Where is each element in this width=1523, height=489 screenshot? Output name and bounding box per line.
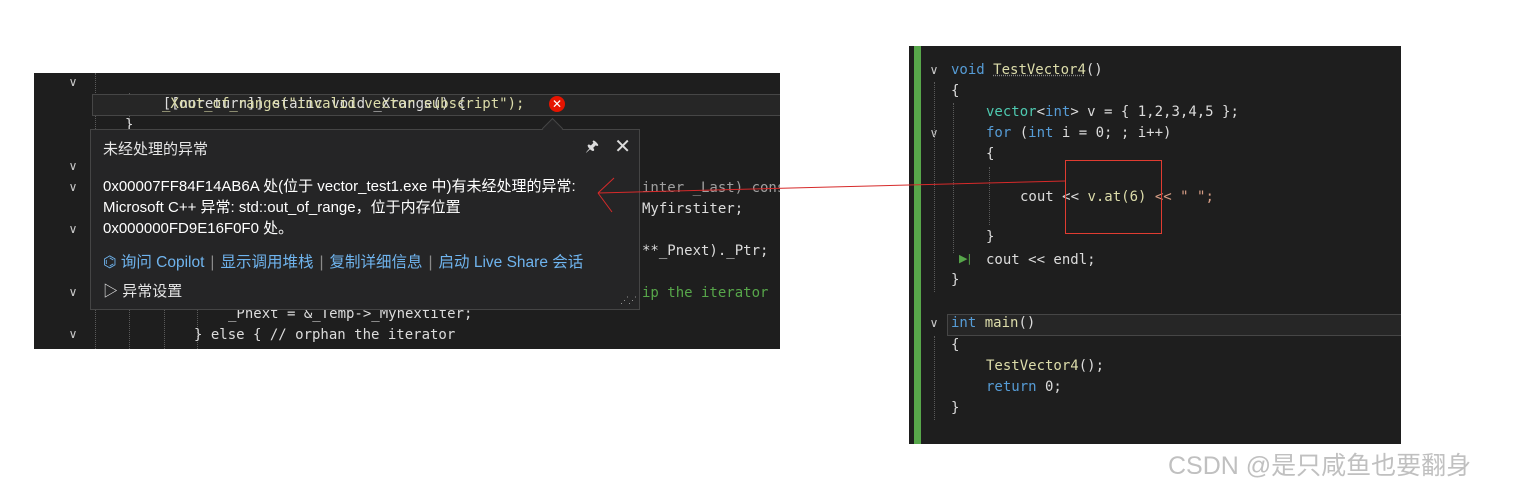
pin-icon[interactable]: 🖈 xyxy=(585,136,599,161)
indent-guide xyxy=(934,336,935,420)
code-line: **_Pnext)._Ptr; xyxy=(642,243,769,259)
close-icon[interactable]: ✕ xyxy=(614,134,631,159)
error-icon[interactable]: ✕ xyxy=(549,96,565,112)
message-line: 0x00007FF84F14AB6A 处(位于 vector_test1.exe… xyxy=(103,178,576,195)
code-line: } xyxy=(951,272,960,288)
copilot-icon[interactable]: ⌬ xyxy=(103,254,117,271)
fold-chevron-icon[interactable]: ∨ xyxy=(66,327,80,341)
function-name: TestVector4 xyxy=(993,62,1086,78)
code-text: () xyxy=(1085,62,1103,78)
watermark: CSDN @是只咸鱼也要翻身 xyxy=(1168,452,1472,480)
code-text: () xyxy=(1018,315,1036,331)
code-text: i = 0; ; i++) xyxy=(1053,125,1172,141)
separator: | xyxy=(319,254,324,271)
code-line: } xyxy=(951,400,960,416)
exception-settings-toggle[interactable]: ▷ 异常设置 xyxy=(103,280,182,301)
fold-chevron-icon[interactable]: ∨ xyxy=(66,285,80,299)
code-line: void TestVector4() xyxy=(951,60,1103,81)
code-line: { xyxy=(951,337,960,353)
ask-copilot-link[interactable]: 询问 Copilot xyxy=(121,254,205,271)
indent-guide xyxy=(953,103,954,253)
code-line: { xyxy=(986,146,995,162)
function-name: TestVector4 xyxy=(986,358,1079,374)
run-to-cursor-icon[interactable]: ▶| xyxy=(959,252,971,265)
popup-title: 未经处理的异常 xyxy=(103,141,209,158)
code-text: ( xyxy=(1011,125,1029,141)
fold-chevron-icon[interactable]: ∨ xyxy=(66,75,80,89)
live-share-link[interactable]: 启动 Live Share 会话 xyxy=(439,254,584,271)
fold-chevron-icon[interactable]: ∨ xyxy=(66,159,80,173)
indent-guide xyxy=(934,82,935,292)
annotation-box xyxy=(1065,160,1162,234)
exception-message: 0x00007FF84F14AB6A 处(位于 vector_test1.exe… xyxy=(103,176,623,239)
fold-chevron-icon[interactable]: ∨ xyxy=(927,316,941,330)
code-line: for (int i = 0; ; i++) xyxy=(986,123,1171,144)
show-call-stack-link[interactable]: 显示调用堆栈 xyxy=(220,254,313,271)
code-line: { xyxy=(951,83,960,99)
code-line: inter _Last) cons xyxy=(642,180,780,196)
type-name: vector xyxy=(986,104,1037,120)
exception-popup: 未经处理的异常 🖈 ✕ 0x00007FF84F14AB6A 处(位于 vect… xyxy=(90,117,640,310)
keyword: return xyxy=(986,379,1037,395)
fold-chevron-icon[interactable]: ∨ xyxy=(66,222,80,236)
separator: | xyxy=(428,254,433,271)
code-line: cout << endl; xyxy=(986,252,1096,268)
keyword: for xyxy=(986,125,1012,141)
indent-guide xyxy=(989,167,990,225)
separator: | xyxy=(210,254,215,271)
triangle-right-icon: ▷ xyxy=(103,283,119,300)
code-line: return 0; xyxy=(986,377,1062,398)
keyword: int xyxy=(1028,125,1054,141)
keyword: void xyxy=(951,62,985,78)
message-line: 0x000000FD9E16F0F0 处。 xyxy=(103,220,294,237)
resize-grip-icon[interactable]: ⋰⋰ xyxy=(620,295,637,306)
keyword: int xyxy=(951,315,977,331)
code-comment: ip the iterator xyxy=(642,285,769,301)
keyword: int xyxy=(1045,104,1071,120)
message-line: Microsoft C++ 异常: std::out_of_range，位于内存… xyxy=(103,199,461,216)
code-line: } else { // orphan the iterator xyxy=(194,327,456,343)
code-line: vector<int> v = { 1,2,3,4,5 }; xyxy=(986,102,1239,123)
code-line: Myfirstiter; xyxy=(642,201,744,217)
popup-actions: ⌬ 询问 Copilot | 显示调用堆栈 | 复制详细信息 | 启动 Live Share… xyxy=(103,250,583,272)
function-name: main xyxy=(984,315,1019,331)
code-line: } xyxy=(986,229,995,245)
code-line-error: _Xout_of_range("invalid vector subscript… xyxy=(162,96,525,112)
change-bar xyxy=(914,46,921,444)
exception-settings-label: 异常设置 xyxy=(122,283,183,300)
copy-details-link[interactable]: 复制详细信息 xyxy=(330,254,423,271)
code-line: TestVector4(); xyxy=(986,356,1104,377)
fold-chevron-icon[interactable]: ∨ xyxy=(66,180,80,194)
code-text: (); xyxy=(1078,358,1105,374)
right-code-editor[interactable]: ∨ ∨ ∨ ▶| void TestVector4() { vector<int… xyxy=(909,46,1401,444)
code-text: 0; xyxy=(1036,379,1062,395)
fold-chevron-icon[interactable]: ∨ xyxy=(927,63,941,77)
code-line: int main() xyxy=(951,313,1035,334)
code-text: > v = { 1,2,3,4,5 }; xyxy=(1070,104,1239,120)
code-text: < xyxy=(1036,104,1046,120)
